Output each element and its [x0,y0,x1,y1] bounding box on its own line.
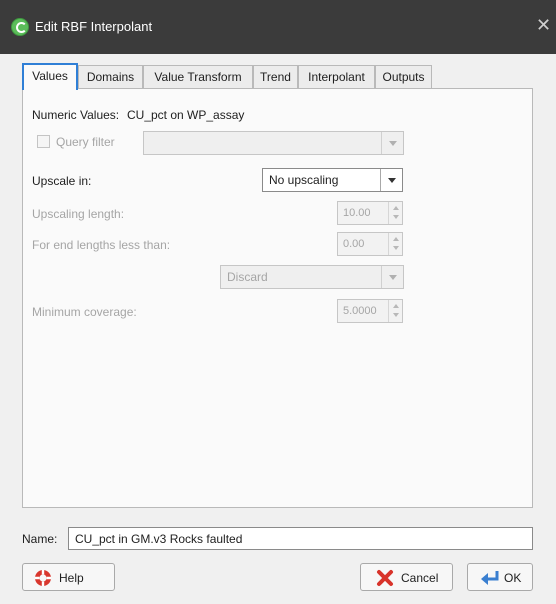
spin-up-icon [393,206,399,210]
chevron-down-icon [389,275,397,280]
min-coverage-spin-buttons[interactable] [388,300,402,322]
query-filter-dropdown[interactable] [143,131,404,155]
close-icon[interactable]: ✕ [536,15,551,36]
query-filter-checkbox[interactable] [37,135,50,148]
tab-trend[interactable]: Trend [253,65,298,89]
upscale-value: No upscaling [269,173,339,187]
tab-interpolant[interactable]: Interpolant [298,65,375,89]
end-lengths-label: For end lengths less than: [32,238,171,252]
spin-down-icon [393,215,399,219]
upscaling-length-value: 10.00 [343,207,371,219]
app-icon [11,18,29,36]
discard-dropdown-button[interactable] [381,266,403,288]
end-lengths-spin-buttons[interactable] [388,233,402,255]
end-lengths-value: 0.00 [343,238,365,250]
tab-values[interactable]: Values [22,63,78,90]
name-label: Name: [22,532,58,546]
lifebuoy-icon [35,570,51,586]
numeric-values-label: Numeric Values: [32,108,120,122]
spin-up-icon [393,237,399,241]
cancel-label: Cancel [401,571,439,585]
discard-value: Discard [227,270,268,284]
window-title: Edit RBF Interpolant [35,19,153,34]
end-lengths-spinbox[interactable]: 0.00 [337,232,403,256]
tab-domains[interactable]: Domains [78,65,143,89]
help-button[interactable]: Help [22,563,115,591]
spin-down-icon [393,313,399,317]
min-coverage-value: 5.0000 [343,305,377,317]
title-bar: Edit RBF Interpolant ✕ [0,0,556,54]
spin-down-icon [393,246,399,250]
values-panel: Numeric Values: CU_pct on WP_assay Query… [22,88,533,508]
upscaling-length-spin-buttons[interactable] [388,202,402,224]
min-coverage-label: Minimum coverage: [32,305,137,319]
upscaling-length-spinbox[interactable]: 10.00 [337,201,403,225]
help-label: Help [59,571,84,585]
upscale-label: Upscale in: [32,174,92,188]
min-coverage-spinbox[interactable]: 5.0000 [337,299,403,323]
ok-label: OK [504,571,522,585]
cancel-x-icon [377,570,393,586]
query-filter-label: Query filter [56,135,115,149]
discard-dropdown[interactable]: Discard [220,265,404,289]
return-arrow-icon [481,571,499,585]
chevron-down-icon [389,141,397,146]
query-filter-dropdown-button[interactable] [381,132,403,154]
cancel-button[interactable]: Cancel [360,563,453,591]
chevron-down-icon [388,178,396,183]
spin-up-icon [393,304,399,308]
tab-outputs[interactable]: Outputs [375,65,432,89]
upscaling-length-label: Upscaling length: [32,207,125,221]
ok-button[interactable]: OK [467,563,533,591]
upscale-dropdown[interactable]: No upscaling [262,168,403,192]
upscale-dropdown-button[interactable] [380,169,402,191]
numeric-values-value: CU_pct on WP_assay [127,108,245,122]
tab-value-transform[interactable]: Value Transform [143,65,253,89]
name-input[interactable]: CU_pct in GM.v3 Rocks faulted [68,527,533,550]
